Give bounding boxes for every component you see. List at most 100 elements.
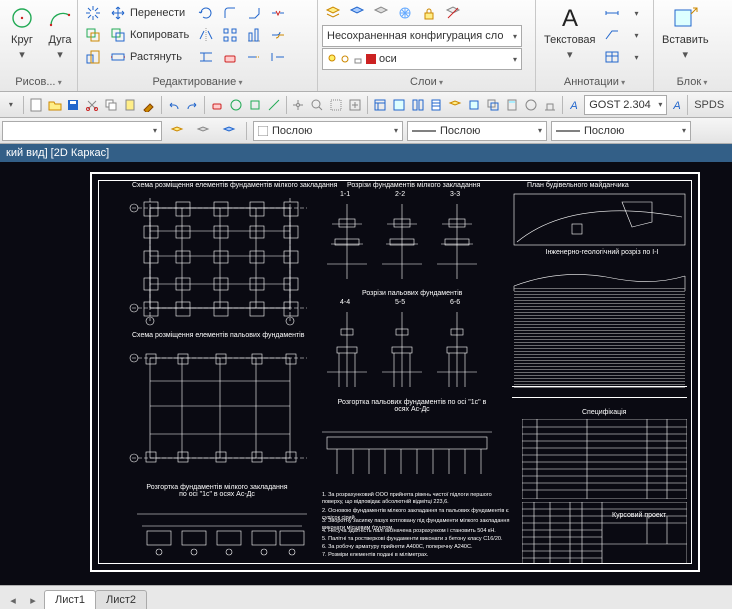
panel-title-layers[interactable]: Слои — [322, 74, 531, 91]
scale-icon[interactable] — [82, 46, 104, 68]
plan-2 — [122, 346, 312, 476]
lock-open-icon — [353, 54, 363, 64]
layer-freeze-icon[interactable] — [394, 2, 416, 24]
stretch-button[interactable]: Растянуть — [106, 46, 193, 68]
insert-button[interactable]: Вставить▾ — [658, 2, 713, 63]
eraseq-icon[interactable] — [208, 94, 226, 116]
dwg-title-4: Розрізи фундаментів мілкого закладання — [347, 182, 480, 189]
arc-button[interactable]: Дуга▾ — [42, 2, 78, 63]
save-icon[interactable] — [64, 94, 82, 116]
note-4: 4. Несуча здатність палі визначена розра… — [322, 528, 512, 535]
panel-title-annot[interactable]: Аннотации — [540, 74, 649, 91]
layer-c-icon[interactable] — [218, 120, 240, 142]
fillet-icon[interactable] — [219, 2, 241, 24]
paste-icon[interactable] — [121, 94, 139, 116]
cut-icon[interactable] — [83, 94, 101, 116]
dc-icon[interactable] — [390, 94, 408, 116]
tab-scroll-left[interactable]: ◂ — [4, 591, 22, 609]
xref-icon[interactable] — [484, 94, 502, 116]
dwg-title-1: Схема розміщення елементів фундаментів м… — [132, 182, 337, 189]
extend-icon[interactable] — [267, 46, 289, 68]
calc-icon[interactable] — [503, 94, 521, 116]
trim-icon[interactable] — [195, 46, 217, 68]
rotate-icon[interactable] — [195, 2, 217, 24]
explode-icon[interactable] — [82, 2, 104, 24]
offset-icon[interactable] — [82, 24, 104, 46]
layer-props-icon[interactable] — [322, 2, 344, 24]
spds-label[interactable]: SPDS — [687, 95, 730, 115]
mleader-style-icon[interactable]: ▾ — [625, 24, 647, 46]
dim-linear-icon[interactable] — [601, 2, 623, 24]
color-swatch-icon — [366, 54, 376, 64]
panel-layers: Несохраненная конфигурация сло▾ оси ▾ Сл… — [318, 0, 536, 91]
layer-state-combo[interactable]: Несохраненная конфигурация сло▾ — [322, 25, 522, 47]
open-icon[interactable] — [46, 94, 64, 116]
sec-11: 1-1 — [340, 191, 350, 198]
lineweight-combo[interactable]: Послою▾ — [551, 121, 691, 141]
ssm-icon[interactable] — [427, 94, 445, 116]
text-button[interactable]: A Текстовая▾ — [540, 2, 599, 63]
mirror-icon[interactable] — [195, 24, 217, 46]
table-style-icon[interactable]: ▾ — [625, 46, 647, 68]
chevron-down-icon: ▾ — [57, 48, 63, 61]
break-icon[interactable] — [267, 2, 289, 24]
toolbar-quick: ▾ A GOST 2.304▾ A SPDS — [0, 92, 732, 118]
panel-block: Вставить▾ Блок — [654, 0, 730, 91]
textstyle-combo[interactable]: GOST 2.304▾ — [584, 95, 667, 115]
tool-a-icon[interactable] — [227, 94, 245, 116]
circle-button[interactable]: Круг▾ — [4, 2, 40, 63]
join-icon[interactable] — [267, 24, 289, 46]
plan-1 — [122, 196, 312, 326]
blocks-icon[interactable] — [465, 94, 483, 116]
undo-icon[interactable] — [165, 94, 183, 116]
layer-lock-icon[interactable] — [418, 2, 440, 24]
new-icon[interactable] — [27, 94, 45, 116]
layer-b-icon[interactable] — [192, 120, 214, 142]
note-5: 5. Палітні та ростверкові фундаменти вик… — [322, 536, 512, 543]
copy-button[interactable]: Копировать — [106, 24, 193, 46]
chamfer-icon[interactable] — [243, 2, 265, 24]
tp-icon[interactable] — [409, 94, 427, 116]
layer-off-icon[interactable] — [442, 2, 464, 24]
matchprop-icon[interactable] — [140, 94, 158, 116]
zoom-ext-icon[interactable] — [346, 94, 364, 116]
canvas[interactable]: Схема розміщення елементів фундаментів м… — [0, 162, 732, 585]
tab-layout-1[interactable]: Лист1 — [44, 590, 96, 609]
erase-icon[interactable] — [219, 46, 241, 68]
layer-iso-icon[interactable] — [370, 2, 392, 24]
color-combo[interactable]: Послою▾ — [253, 121, 403, 141]
leader-icon[interactable] — [601, 24, 623, 46]
layer-a-icon[interactable] — [166, 120, 188, 142]
align-icon[interactable] — [243, 24, 265, 46]
move-button[interactable]: Перенести — [106, 2, 193, 24]
textstyle-a-icon[interactable]: A — [565, 94, 583, 116]
misc1-icon[interactable] — [522, 94, 540, 116]
layer-current-combo[interactable]: оси ▾ — [322, 48, 522, 70]
style-combo[interactable]: ▾ — [2, 121, 162, 141]
redo-icon[interactable] — [184, 94, 202, 116]
props-icon[interactable] — [371, 94, 389, 116]
qat-dropdown[interactable]: ▾ — [2, 94, 20, 116]
tool-b-icon[interactable] — [246, 94, 264, 116]
svg-text:A: A — [562, 5, 578, 32]
layers-mgr-icon[interactable] — [446, 94, 464, 116]
panel-title-draw[interactable]: Рисов... — [4, 74, 73, 91]
panel-title-modify[interactable]: Редактирование — [82, 74, 313, 91]
panel-title-block[interactable]: Блок — [658, 74, 726, 91]
zoom-window-icon[interactable] — [327, 94, 345, 116]
tab-layout-2[interactable]: Лист2 — [95, 590, 147, 609]
layer-states-icon[interactable] — [346, 2, 368, 24]
svg-text:A: A — [673, 100, 681, 112]
lengthen-icon[interactable] — [243, 46, 265, 68]
array-icon[interactable] — [219, 24, 241, 46]
copy-icon[interactable] — [102, 94, 120, 116]
pan-icon[interactable] — [290, 94, 308, 116]
tool-c-icon[interactable] — [265, 94, 283, 116]
textstyle-b-icon[interactable]: A — [668, 94, 686, 116]
zoom-icon[interactable] — [308, 94, 326, 116]
tab-scroll-right[interactable]: ▸ — [24, 591, 42, 609]
linetype-combo[interactable]: Послою▾ — [407, 121, 547, 141]
misc2-icon[interactable] — [541, 94, 559, 116]
dim-style-icon[interactable]: ▾ — [625, 2, 647, 24]
table-icon[interactable] — [601, 46, 623, 68]
